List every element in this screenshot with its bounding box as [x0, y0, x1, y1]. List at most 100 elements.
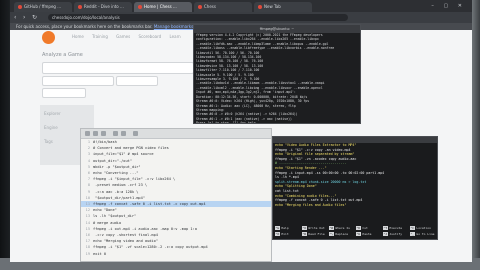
option-field[interactable]	[116, 76, 158, 86]
editor-line[interactable]: 3 input_file="$1" # mp4 source	[81, 151, 271, 157]
site-nav-item[interactable]: Learn	[170, 34, 181, 39]
window-controls[interactable]: – ▢ ✕	[431, 3, 466, 9]
nano-shortcut[interactable]: ^W Where Is	[329, 226, 350, 230]
site-nav-item[interactable]: Training	[92, 34, 108, 39]
shortcut-label: Go To Line	[414, 232, 435, 236]
editor-line[interactable]: 1 #!/bin/bash	[81, 139, 271, 145]
site-nav-item[interactable]: Home	[72, 34, 84, 39]
line-number: 3	[87, 152, 90, 157]
line-text: ls -lh "$output_dir"	[93, 214, 137, 219]
line-text: mkdir -p "$output_dir"	[93, 164, 141, 169]
line-number: 18	[85, 245, 90, 250]
site-nav-item[interactable]: Games	[116, 34, 130, 39]
url-field[interactable]: chessdojo.com/dojo/local/analysis	[48, 14, 348, 21]
editor-line[interactable]: 7 ffmpeg -i "$input_file" -c:v libx264 \	[81, 176, 271, 182]
tab-3[interactable]: Home | Chess ...	[134, 2, 192, 12]
editor-line[interactable]: 9 -c:a aac -b:a 128k \	[81, 189, 271, 195]
terminal-title: ffmpeg@ubuntu: ~	[194, 25, 360, 33]
editor-line[interactable]: 14 # merge audio	[81, 220, 271, 226]
tab-label: New Tab	[264, 4, 281, 9]
pgn-input[interactable]	[42, 62, 194, 74]
editor-line[interactable]: 11 ffmpeg -f concat -safe 0 -i list.txt -…	[81, 201, 271, 207]
nano-shortcut[interactable]: ^J Justify	[383, 232, 402, 236]
line-number: 6	[87, 171, 90, 175]
tab-label: GitHub / ffmpeg ...	[24, 4, 62, 9]
tab-2[interactable]: Reddit - Dive into ...	[74, 2, 132, 12]
tab-1[interactable]: GitHub / ffmpeg ...	[14, 2, 72, 12]
line-text: -c:a aac -b:a 128k \	[93, 189, 139, 194]
favicon-icon	[198, 5, 202, 9]
editor-line[interactable]: 17 echo "Merging video and audio"	[81, 238, 271, 244]
option-field[interactable]	[42, 76, 114, 86]
editor-line[interactable]: 5 mkdir -p "$output_dir"	[81, 164, 271, 170]
editor-line[interactable]: 15 ffmpeg -i out.mp4 -i audio.aac -map 0:…	[81, 226, 271, 232]
editor-line[interactable]: 13 ls -lh "$output_dir"	[81, 213, 271, 219]
site-nav-item[interactable]: Scoreboard	[138, 34, 161, 39]
nano-shortcut[interactable]: ^_ Go To Line	[410, 232, 435, 236]
line-text: exit 0	[93, 251, 106, 256]
line-text: ffmpeg -f concat -safe 0 -i list.txt -c …	[93, 202, 206, 206]
back-icon[interactable]: ‹	[14, 14, 16, 21]
line-text: -preset medium -crf 23 \	[93, 183, 148, 188]
line-text: ffmpeg -i "$1" -vf scale=1280:-2 -c:a co…	[93, 245, 208, 250]
site-logo[interactable]	[42, 31, 55, 44]
editor-line[interactable]: 2 # Convert and merge PGN video files	[81, 145, 271, 151]
editor-line[interactable]: 4 output_dir="./out"	[81, 158, 271, 164]
shortcut-label: Execute	[387, 226, 403, 230]
reload-icon[interactable]: ↻	[32, 14, 37, 21]
line-number: 5	[87, 164, 90, 169]
editor-toolbar	[81, 129, 271, 139]
nano-shortcut[interactable]: ^\ Replace	[329, 232, 348, 236]
nano-shortcut[interactable]: ^X Exit	[275, 232, 289, 236]
forward-icon[interactable]: ›	[23, 14, 25, 21]
nano-shortcut[interactable]: ^K Cut	[356, 226, 368, 230]
nano-shortcuts: ^G Help ^O Write Out ^W Where Is ^K Cut ^T E…	[273, 226, 437, 238]
line-number: 9	[87, 189, 90, 194]
editor-line[interactable]: 10 "$output_dir/part1.mp4"	[81, 195, 271, 201]
side-item[interactable]: Explorer	[44, 111, 61, 116]
nano-shortcut[interactable]: ^O Write Out	[302, 226, 325, 230]
manage-bookmarks-link[interactable]: Manage bookmarks...	[154, 24, 197, 29]
tab-bar: GitHub / ffmpeg ... Reddit - Dive into .…	[10, 0, 472, 12]
editor-line[interactable]: 16 -c:v copy -shortest final.mp4	[81, 232, 271, 238]
tab-label: Reddit - Dive into ...	[84, 4, 124, 9]
line-text: -c:v copy -shortest final.mp4	[93, 233, 158, 237]
nano-shortcut[interactable]: ^G Help	[275, 226, 289, 230]
editor-line[interactable]: 18 ffmpeg -i "$1" -vf scale=1280:-2 -c:a …	[81, 244, 271, 250]
filter-field[interactable]	[42, 88, 86, 98]
editor-text-area[interactable]: 1 #!/bin/bash 2 # Convert and merge PGN vid…	[81, 139, 271, 261]
new-file-icon[interactable]	[85, 131, 90, 136]
editor-line[interactable]: 6 echo "Converting ..."	[81, 170, 271, 176]
nano-buffer[interactable]: echo "Video Audio Files Extractor to MP4…	[273, 143, 437, 207]
line-number: 2	[87, 146, 90, 151]
favicon-icon	[138, 5, 142, 9]
line-number: 12	[85, 208, 90, 213]
line-text: # merge audio	[93, 220, 122, 225]
shortcut-label: Where Is	[333, 226, 350, 230]
undo-icon[interactable]	[113, 131, 118, 136]
nano-shortcut[interactable]: ^R Read File	[302, 232, 325, 236]
shortcut-label: Paste	[360, 232, 372, 236]
page-title: Analyze a Game	[42, 52, 83, 58]
editor-line[interactable]: 12 echo "Done"	[81, 207, 271, 213]
editor-line[interactable]: 19 exit 0	[81, 251, 271, 257]
line-text: output_dir="./out"	[93, 158, 132, 163]
side-item[interactable]: Tags	[44, 139, 53, 144]
nano-shortcut[interactable]: ^C Location	[410, 226, 431, 230]
search-icon[interactable]	[133, 131, 138, 136]
tab-5[interactable]: New Tab	[254, 2, 312, 12]
nano-window[interactable]: echo "Video Audio Files Extractor to MP4…	[272, 136, 438, 240]
terminal-window[interactable]: ffmpeg@ubuntu: ~ ffmpeg version 4.4.2 Co…	[193, 24, 361, 124]
address-bar: ‹ › ↻ chessdojo.com/dojo/local/analysis	[10, 12, 472, 23]
line-text: echo "Converting ..."	[93, 171, 139, 175]
editor-line[interactable]: 8 -preset medium -crf 23 \	[81, 182, 271, 188]
tab-4[interactable]: Chess	[194, 2, 252, 12]
open-icon[interactable]	[93, 131, 98, 136]
nano-shortcut[interactable]: ^U Paste	[356, 232, 371, 236]
redo-icon[interactable]	[121, 131, 126, 136]
side-item[interactable]: Engine	[44, 125, 58, 130]
nano-shortcut[interactable]: ^T Execute	[383, 226, 402, 230]
line-text: echo "Done"	[93, 208, 117, 213]
save-icon[interactable]	[101, 131, 106, 136]
tab-label: Home | Chess ...	[144, 4, 177, 9]
